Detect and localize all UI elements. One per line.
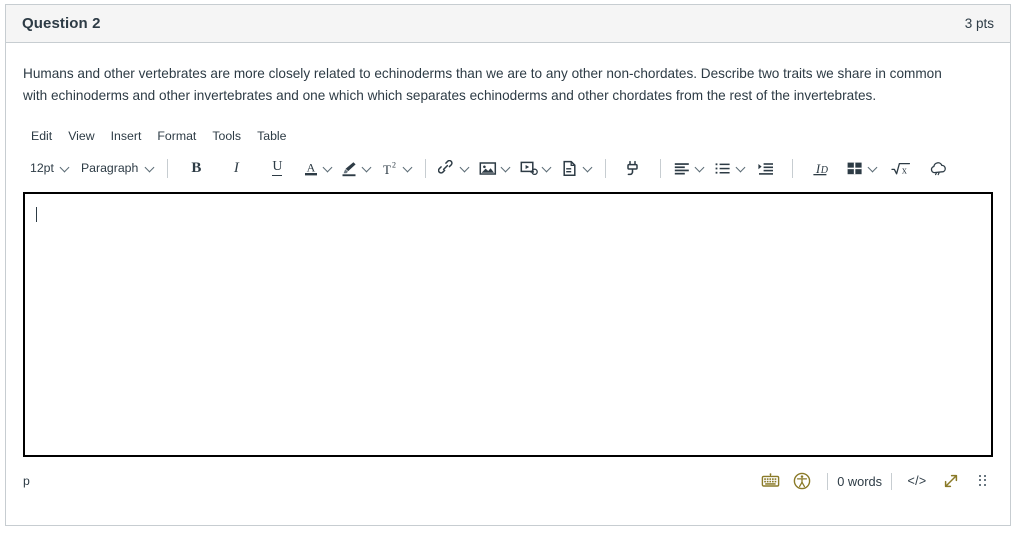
- increase-indent-icon: [758, 162, 774, 175]
- rce-status-bar: p 0 words </>: [23, 457, 993, 497]
- link-button[interactable]: [435, 156, 473, 180]
- question-points: 3 pts: [964, 16, 994, 31]
- menu-format[interactable]: Format: [149, 127, 204, 145]
- apps-plug-icon: [627, 160, 639, 175]
- chevron-down-icon: [145, 164, 154, 173]
- block-format-value: Paragraph: [80, 161, 139, 176]
- italic-button[interactable]: I: [215, 156, 257, 180]
- toolbar-separator: [425, 158, 427, 178]
- text-color-icon: A: [305, 160, 318, 175]
- document-button[interactable]: [555, 156, 596, 180]
- svg-text:2: 2: [392, 160, 396, 169]
- accessibility-checker-icon: [793, 472, 811, 490]
- align-button[interactable]: [670, 156, 708, 180]
- bold-icon: B: [191, 159, 202, 176]
- menu-table[interactable]: Table: [249, 127, 294, 145]
- media-icon: [520, 161, 539, 175]
- indent-button[interactable]: [749, 156, 783, 180]
- svg-text:x: x: [902, 165, 907, 176]
- drag-handle-button[interactable]: [969, 470, 993, 492]
- chevron-down-icon: [695, 164, 704, 173]
- menu-view[interactable]: View: [60, 127, 102, 145]
- math-equation-icon: x: [891, 162, 911, 176]
- chevron-down-icon: [501, 164, 510, 173]
- element-path[interactable]: p: [23, 474, 30, 488]
- math-button[interactable]: x: [881, 156, 921, 180]
- font-size-select[interactable]: 12pt: [23, 156, 74, 180]
- rce-toolbar: 12pt Paragraph B I U A T 2 I D x: [6, 147, 1010, 189]
- chevron-down-icon: [736, 164, 745, 173]
- italic-icon: I: [233, 159, 239, 176]
- toolbar-separator: [167, 158, 169, 178]
- link-icon: [438, 159, 453, 174]
- chevron-down-icon: [460, 164, 469, 173]
- list-button[interactable]: [708, 156, 749, 180]
- table-button[interactable]: [840, 156, 881, 180]
- question-header: Question 2 3 pts: [6, 5, 1010, 43]
- status-separator: [891, 472, 892, 490]
- bulleted-list-icon: [715, 162, 730, 174]
- drag-handle-icon: [978, 474, 989, 488]
- clear-formatting-button[interactable]: I D: [802, 156, 840, 180]
- chevron-down-icon: [868, 164, 877, 173]
- image-button[interactable]: [473, 156, 514, 180]
- apps-button[interactable]: [615, 156, 651, 180]
- menu-insert[interactable]: Insert: [103, 127, 150, 145]
- cloud-button[interactable]: [921, 156, 957, 180]
- accessibility-checker-button[interactable]: [786, 470, 818, 492]
- highlight-color-icon: [342, 161, 356, 176]
- chevron-down-icon: [583, 164, 592, 173]
- question-prompt-text: Humans and other vertebrates are more cl…: [23, 66, 942, 104]
- font-size-value: 12pt: [30, 161, 54, 176]
- table-icon: [847, 162, 862, 174]
- superscript-button[interactable]: T 2: [375, 156, 416, 180]
- keyboard-shortcuts-button[interactable]: [754, 470, 786, 492]
- svg-text:T: T: [383, 162, 391, 177]
- html-editor-button[interactable]: </>: [901, 470, 933, 492]
- chevron-down-icon: [542, 164, 551, 173]
- chevron-down-icon: [403, 164, 412, 173]
- editor-content[interactable]: [25, 194, 991, 454]
- question-card: Question 2 3 pts Humans and other verteb…: [5, 4, 1011, 526]
- toolbar-separator: [792, 158, 794, 178]
- chevron-down-icon: [323, 164, 332, 173]
- svg-text:A: A: [307, 160, 316, 174]
- text-color-button[interactable]: A: [297, 156, 336, 180]
- status-separator: [827, 472, 829, 490]
- status-bar-tools: 0 words </>: [754, 470, 993, 492]
- keyboard-shortcuts-icon: [761, 473, 779, 487]
- document-icon: [563, 160, 576, 176]
- bold-button[interactable]: B: [177, 156, 215, 180]
- underline-button[interactable]: U: [257, 156, 297, 180]
- toolbar-separator: [605, 158, 607, 178]
- menu-tools[interactable]: Tools: [204, 127, 249, 145]
- rce-menubar: Edit View Insert Format Tools Table: [6, 107, 1010, 147]
- resize-expand-icon: [944, 474, 958, 488]
- chevron-down-icon: [362, 164, 371, 173]
- cloud-upload-icon: [931, 161, 947, 175]
- image-icon: [479, 161, 497, 175]
- toolbar-separator: [660, 158, 662, 178]
- question-title: Question 2: [22, 15, 101, 32]
- block-format-select[interactable]: Paragraph: [74, 156, 158, 180]
- rich-text-editor-area[interactable]: [23, 192, 993, 458]
- text-cursor: [36, 207, 38, 223]
- clear-formatting-icon: I D: [813, 161, 829, 176]
- underline-icon: U: [272, 159, 283, 176]
- resize-button[interactable]: [933, 470, 969, 492]
- html-editor-icon: </>: [907, 474, 927, 489]
- chevron-down-icon: [61, 164, 70, 173]
- highlight-color-button[interactable]: [336, 156, 375, 180]
- word-count[interactable]: 0 words: [837, 474, 882, 489]
- question-body: Humans and other vertebrates are more cl…: [6, 43, 1010, 107]
- superscript-icon: T 2: [383, 160, 396, 177]
- menu-edit[interactable]: Edit: [23, 127, 60, 145]
- media-button[interactable]: [514, 156, 555, 180]
- align-left-icon: [675, 162, 690, 175]
